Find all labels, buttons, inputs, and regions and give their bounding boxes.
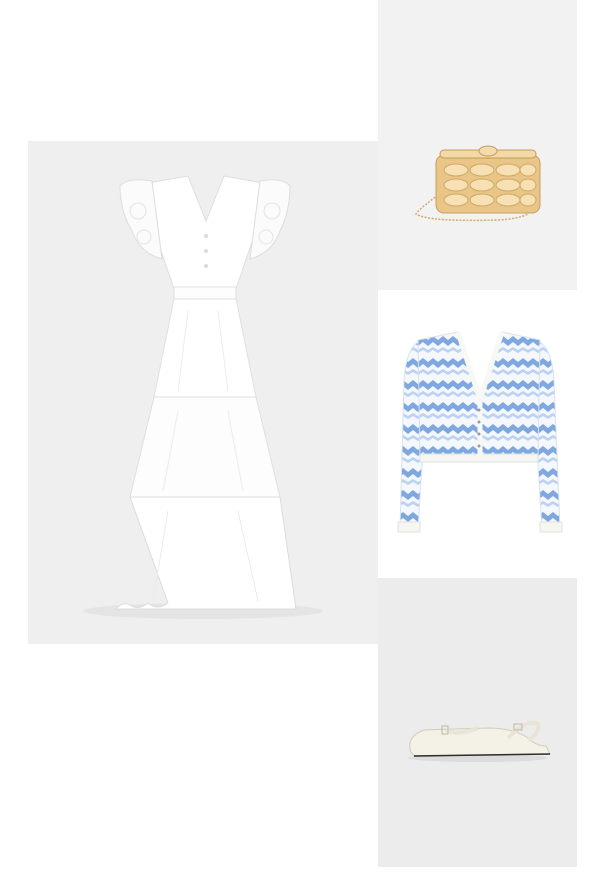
blue-wave-knit-cardigan-image	[397, 331, 563, 533]
white-tiered-midi-dress-image	[83, 175, 323, 619]
product-tile-clutch[interactable]	[378, 0, 577, 290]
product-tile-dress[interactable]	[28, 141, 378, 644]
product-tile-cardigan[interactable]	[378, 290, 577, 578]
gold-metal-clutch-bag-image	[415, 145, 541, 222]
cream-slingback-flats-image	[408, 720, 551, 762]
product-tile-flats[interactable]	[378, 578, 577, 867]
